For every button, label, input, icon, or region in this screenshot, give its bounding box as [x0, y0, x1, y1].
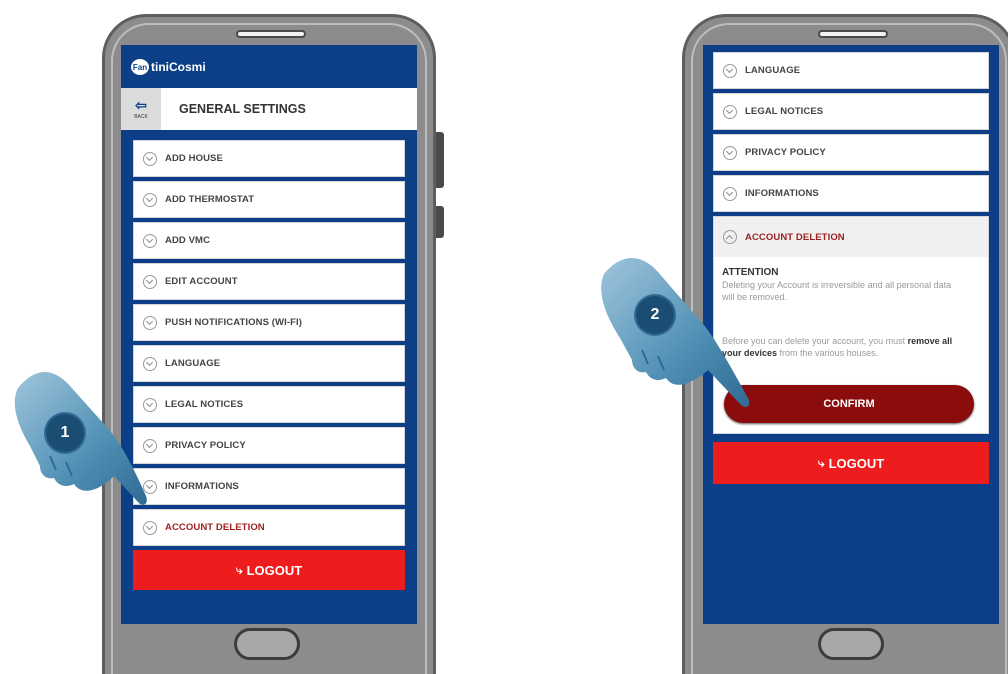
- phone-side-button: [436, 132, 444, 188]
- phone-speaker: [818, 30, 888, 38]
- logo-mark: Fan: [131, 59, 149, 75]
- brand-logo: Fan tiniCosmi: [131, 59, 206, 75]
- page-title: GENERAL SETTINGS: [179, 102, 306, 116]
- logout-icon: ⤷: [817, 455, 825, 470]
- devices-notice: Before you can delete your account, you …: [722, 335, 958, 359]
- chevron-down-icon: [143, 151, 157, 166]
- account-deletion-header[interactable]: ACCOUNT DELETION: [714, 217, 988, 257]
- settings-row-label: ADD HOUSE: [165, 153, 223, 164]
- settings-row[interactable]: PRIVACY POLICY: [133, 427, 405, 464]
- settings-row-label: LEGAL NOTICES: [165, 399, 244, 410]
- settings-row-label: LEGAL NOTICES: [745, 106, 824, 117]
- pointing-hand-icon: [601, 258, 750, 407]
- settings-row[interactable]: PRIVACY POLICY: [713, 134, 989, 171]
- title-bar: ⇦ BACK GENERAL SETTINGS: [121, 88, 417, 130]
- step-badge: 2: [636, 296, 674, 334]
- settings-row[interactable]: ADD THERMOSTAT: [133, 181, 405, 218]
- back-arrow-icon: ⇦: [135, 97, 147, 113]
- logout-icon: ⤷: [235, 562, 243, 577]
- chevron-down-icon: [143, 233, 157, 248]
- settings-row-label: PRIVACY POLICY: [165, 440, 246, 451]
- app-screen-left: Fan tiniCosmi ⇦ BACK GENERAL SETTINGS AD…: [121, 45, 417, 624]
- app-header: Fan tiniCosmi: [121, 45, 417, 88]
- settings-row-label: ADD VMC: [165, 235, 211, 246]
- settings-row-label: PUSH NOTIFICATIONS (WI-FI): [165, 317, 302, 328]
- settings-row[interactable]: LEGAL NOTICES: [713, 93, 989, 130]
- attention-text: Deleting your Account is irreversible an…: [722, 280, 952, 302]
- logout-label: LOGOUT: [828, 455, 885, 471]
- settings-row[interactable]: LANGUAGE: [713, 52, 989, 89]
- chevron-down-icon: [143, 192, 157, 207]
- settings-row[interactable]: LANGUAGE: [133, 345, 405, 382]
- chevron-down-icon: [143, 315, 157, 330]
- back-label: BACK: [134, 114, 148, 120]
- logout-label: LOGOUT: [246, 562, 303, 578]
- settings-row-label: EDIT ACCOUNT: [165, 276, 238, 287]
- home-button[interactable]: [818, 628, 884, 660]
- notice-suffix: from the various houses.: [779, 348, 879, 358]
- settings-row[interactable]: ACCOUNT DELETION: [133, 509, 405, 546]
- chevron-down-icon: [723, 104, 737, 119]
- settings-row-label: INFORMATIONS: [745, 188, 819, 199]
- confirm-button[interactable]: CONFIRM: [724, 385, 974, 423]
- chevron-down-icon: [723, 145, 737, 160]
- pointing-hand-icon: [14, 372, 147, 505]
- settings-row[interactable]: PUSH NOTIFICATIONS (WI-FI): [133, 304, 405, 341]
- chevron-down-icon: [723, 186, 737, 201]
- chevron-down-icon: [143, 274, 157, 289]
- settings-row[interactable]: ADD HOUSE: [133, 140, 405, 177]
- settings-row[interactable]: INFORMATIONS: [713, 175, 989, 212]
- chevron-up-icon: [723, 230, 737, 244]
- settings-row[interactable]: ADD VMC: [133, 222, 405, 259]
- settings-row[interactable]: INFORMATIONS: [133, 468, 405, 505]
- chevron-down-icon: [723, 63, 737, 78]
- home-button[interactable]: [234, 628, 300, 660]
- settings-row-label: ADD THERMOSTAT: [165, 194, 255, 205]
- logo-text: tiniCosmi: [151, 60, 206, 74]
- settings-row[interactable]: EDIT ACCOUNT: [133, 263, 405, 300]
- logout-button[interactable]: ⤷ LOGOUT: [133, 550, 405, 590]
- settings-row[interactable]: LEGAL NOTICES: [133, 386, 405, 423]
- settings-row-label: PRIVACY POLICY: [745, 147, 826, 158]
- settings-row-label: ACCOUNT DELETION: [165, 522, 265, 533]
- settings-row-label: LANGUAGE: [745, 65, 801, 76]
- phone-speaker: [236, 30, 306, 38]
- step-badge: 1: [46, 414, 84, 452]
- logout-button[interactable]: ⤷ LOGOUT: [713, 442, 989, 484]
- settings-row-label: INFORMATIONS: [165, 481, 239, 492]
- settings-row-label: LANGUAGE: [165, 358, 221, 369]
- back-button[interactable]: ⇦ BACK: [121, 88, 161, 130]
- phone-side-button: [436, 206, 444, 238]
- account-deletion-label: ACCOUNT DELETION: [745, 231, 845, 243]
